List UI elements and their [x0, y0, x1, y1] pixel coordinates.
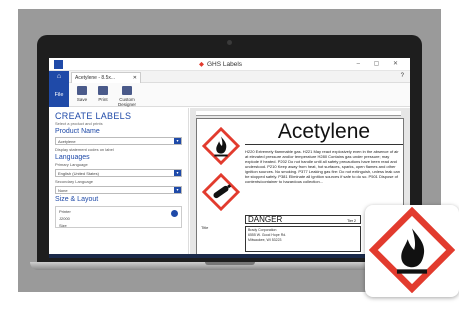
- secondary-language-select[interactable]: None ▾: [55, 186, 182, 194]
- flame-pictogram-icon: [202, 127, 240, 165]
- app-logo-icon: [54, 60, 63, 69]
- printer-settings[interactable]: Printer J2000 Size: [55, 206, 182, 228]
- save-button[interactable]: Save: [73, 86, 91, 102]
- save-icon: [77, 86, 87, 95]
- print-button[interactable]: Print: [94, 86, 112, 102]
- product-select[interactable]: Acetylene ▾: [55, 137, 182, 145]
- ribbon: File Save Print Custom Designer: [49, 83, 410, 107]
- languages-header: Languages: [55, 154, 90, 161]
- app-title: ◆ GHS Labels: [199, 61, 243, 68]
- flame-pictogram-icon: [369, 207, 455, 293]
- home-icon[interactable]: ⌂: [49, 71, 69, 83]
- size-layout-header: Size & Layout: [55, 196, 99, 203]
- primary-language-select[interactable]: English (United States) ▾: [55, 169, 182, 177]
- file-menu-button[interactable]: File: [49, 83, 69, 107]
- primary-language-label: Primary Language: [55, 162, 88, 167]
- create-labels-panel: CREATE LABELS Select a product and print…: [49, 108, 189, 258]
- print-icon: [98, 86, 108, 95]
- ruler: [196, 111, 401, 116]
- product-name-header: Product Name: [55, 128, 100, 135]
- flame-pictogram-zoom: [365, 205, 459, 297]
- supplier-info: Brady Corporation 6555 W. Good Hope Rd. …: [245, 226, 361, 252]
- statement-codes-checkbox[interactable]: Display statement codes on label: [55, 147, 182, 152]
- label-product-name: Acetylene: [245, 120, 403, 145]
- pictogram-column: [201, 127, 241, 219]
- laptop-notch: [205, 262, 255, 265]
- designer-icon: [122, 86, 132, 95]
- taskbar: [49, 254, 410, 258]
- window-controls[interactable]: – ▢ ✕: [357, 60, 404, 67]
- webcam: [227, 40, 232, 45]
- tab-document[interactable]: Acetylene - 8.5x... ✕: [71, 72, 141, 83]
- signal-word: DANGER Tier 2: [245, 215, 361, 224]
- title-field: Title: [201, 225, 209, 230]
- title-bar: ◆ GHS Labels – ▢ ✕: [49, 58, 410, 71]
- panel-title: CREATE LABELS: [55, 111, 132, 121]
- hazard-statements: H220 Extremely flammable gas. H221 May r…: [245, 149, 400, 184]
- panel-subtitle: Select a product and prints: [55, 121, 103, 126]
- chevron-down-icon: ▾: [174, 187, 181, 193]
- app-screen: ◆ GHS Labels – ▢ ✕ ⌂ Acetylene - 8.5x... …: [49, 58, 410, 258]
- chevron-down-icon: ▾: [174, 170, 181, 176]
- stage: ◆ GHS Labels – ▢ ✕ ⌂ Acetylene - 8.5x... …: [0, 0, 459, 313]
- tab-row: ⌂ Acetylene - 8.5x... ✕ ?: [49, 71, 410, 83]
- gear-icon[interactable]: [171, 210, 178, 217]
- printer-label: Printer: [59, 209, 71, 214]
- ghs-logo-icon: ◆: [199, 61, 204, 68]
- secondary-language-label: Secondary Language: [55, 179, 94, 184]
- gas-cylinder-pictogram-icon: [202, 173, 240, 211]
- close-tab-icon[interactable]: ✕: [133, 75, 137, 81]
- tier-text: Tier 2: [347, 219, 356, 223]
- chevron-down-icon: ▾: [174, 138, 181, 144]
- size-label: Size: [59, 223, 67, 228]
- custom-designer-button[interactable]: Custom Designer: [115, 86, 139, 107]
- help-button[interactable]: ?: [401, 73, 404, 79]
- printer-value: J2000: [59, 216, 70, 221]
